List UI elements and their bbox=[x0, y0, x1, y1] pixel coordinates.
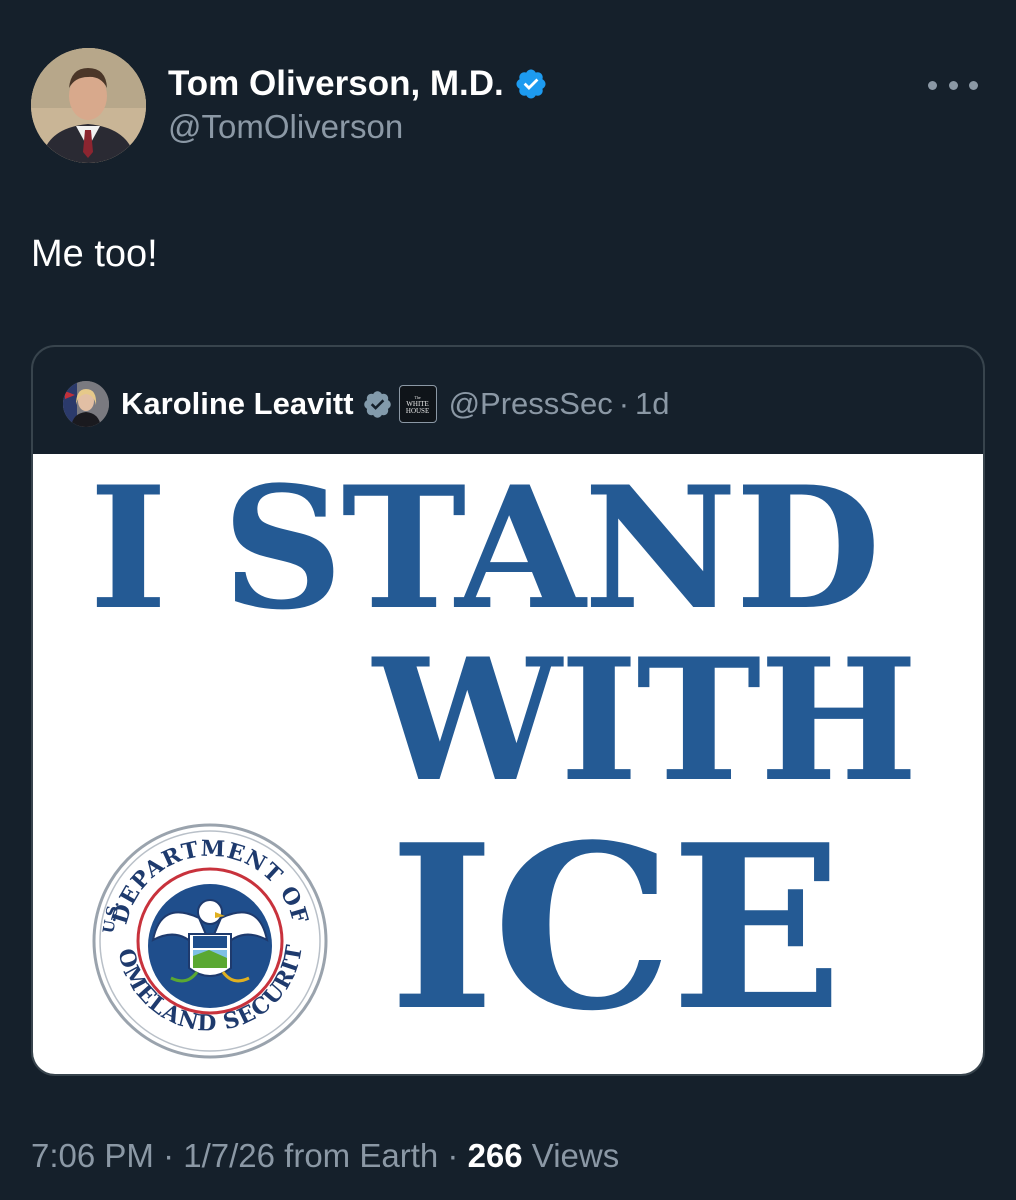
headline-line-1: I STAND bbox=[89, 454, 881, 647]
tweet-text: Me too! bbox=[31, 233, 158, 275]
headline-line-3: ICE bbox=[389, 796, 843, 1061]
affiliation-line2: HOUSE bbox=[405, 406, 430, 415]
views-count[interactable]: 266 bbox=[468, 1137, 523, 1174]
separator-dot: · bbox=[163, 1137, 175, 1174]
white-house-affiliation-icon[interactable]: The WHITE HOUSE bbox=[398, 385, 437, 423]
quoted-author-handle[interactable]: @PressSec bbox=[449, 386, 613, 422]
quoted-tweet[interactable]: Karoline Leavitt The WHITE HOUSE @PressS… bbox=[31, 345, 985, 1076]
verified-badge-icon[interactable] bbox=[362, 389, 393, 420]
separator-dot: · bbox=[618, 386, 630, 421]
quoted-tweet-header: Karoline Leavitt The WHITE HOUSE @PressS… bbox=[63, 380, 670, 428]
more-options-icon[interactable] bbox=[928, 70, 978, 100]
dhs-seal-icon: DEPARTMENT OF HOMELAND SECURITY U.S. bbox=[80, 802, 329, 1060]
separator-dot: · bbox=[447, 1137, 459, 1174]
tweet-footer: 7:06 PM · 1/7/26 from Earth · 266 Views bbox=[31, 1137, 619, 1175]
tweet: Tom Oliverson, M.D. @TomOliverson Me too… bbox=[0, 0, 1016, 1200]
quoted-tweet-time[interactable]: 1d bbox=[635, 386, 669, 422]
tweet-date: 1/7/26 from Earth bbox=[183, 1137, 439, 1174]
author-display-name[interactable]: Tom Oliverson, M.D. bbox=[168, 64, 504, 104]
tweet-time[interactable]: 7:06 PM bbox=[31, 1137, 154, 1174]
views-label: Views bbox=[531, 1137, 620, 1174]
headline-line-2: WITH bbox=[373, 621, 918, 819]
author-handle[interactable]: @TomOliverson bbox=[168, 108, 403, 146]
quoted-author-avatar[interactable] bbox=[63, 381, 109, 427]
quoted-tweet-image[interactable]: I STAND WITH ICE DEPARTMENT OF HO bbox=[33, 454, 983, 1074]
verified-badge-icon[interactable] bbox=[514, 67, 548, 101]
author-avatar[interactable] bbox=[31, 48, 146, 163]
quoted-author-display-name[interactable]: Karoline Leavitt bbox=[121, 386, 354, 422]
author-name-row: Tom Oliverson, M.D. bbox=[168, 62, 548, 106]
